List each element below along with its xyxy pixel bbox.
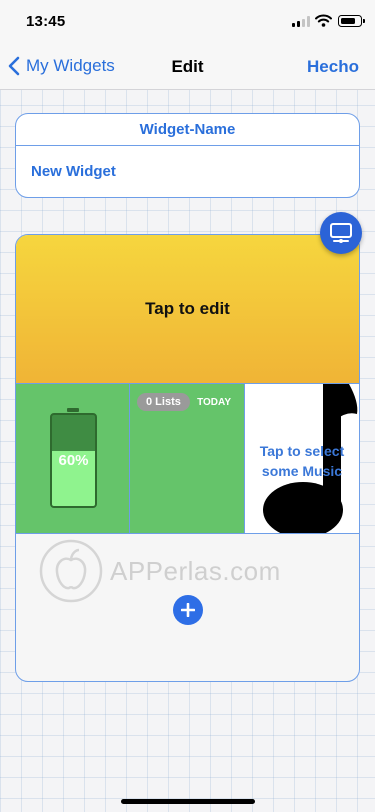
music-tile[interactable]: Tap to select some Music xyxy=(245,384,359,533)
select-music-line2: some Music xyxy=(261,463,343,479)
battery-tile[interactable]: 60% xyxy=(16,384,130,533)
battery-cap xyxy=(67,408,79,412)
widget-name-header: Widget-Name xyxy=(16,114,359,146)
apple-logo-icon xyxy=(39,539,103,603)
lists-tile[interactable]: 0 Lists TODAY xyxy=(130,384,245,533)
watermark: APPerlas.com xyxy=(38,538,281,604)
monitor-icon xyxy=(330,223,352,243)
battery-icon xyxy=(338,15,365,27)
widget-name-field[interactable]: New Widget xyxy=(16,146,359,198)
back-button-label: My Widgets xyxy=(26,56,115,75)
add-widget-item-button[interactable] xyxy=(173,595,203,625)
plus-icon xyxy=(181,603,195,617)
watermark-text: APPerlas.com xyxy=(110,555,281,586)
preview-button[interactable] xyxy=(320,212,362,254)
chevron-left-icon xyxy=(8,56,20,76)
tap-to-edit-banner[interactable]: Tap to edit xyxy=(16,235,359,384)
done-button[interactable]: Hecho xyxy=(307,57,359,77)
back-button[interactable]: My Widgets xyxy=(8,56,115,76)
battery-level-icon: 60% xyxy=(50,413,97,508)
cellular-signal-icon xyxy=(292,16,310,27)
lists-count-badge: 0 Lists xyxy=(137,393,190,411)
widget-name-card: Widget-Name New Widget xyxy=(15,113,360,198)
battery-percent-label: 60% xyxy=(58,452,89,469)
nav-bar: My Widgets Edit Hecho xyxy=(0,44,375,90)
select-music-line1: Tap to select xyxy=(259,443,345,459)
status-time: 13:45 xyxy=(26,13,66,30)
select-music-text: Tap to select some Music xyxy=(245,441,359,481)
today-label: TODAY xyxy=(197,397,231,408)
home-indicator[interactable] xyxy=(121,799,255,804)
wifi-icon xyxy=(315,14,332,27)
status-bar: 13:45 xyxy=(0,0,375,44)
widget-tiles-row: 60% 0 Lists TODAY Tap to select some Mus… xyxy=(16,384,359,534)
widget-editor-card: Tap to edit 60% 0 Lists TODAY Tap to sel… xyxy=(15,234,360,682)
banner-text: Tap to edit xyxy=(145,299,230,318)
